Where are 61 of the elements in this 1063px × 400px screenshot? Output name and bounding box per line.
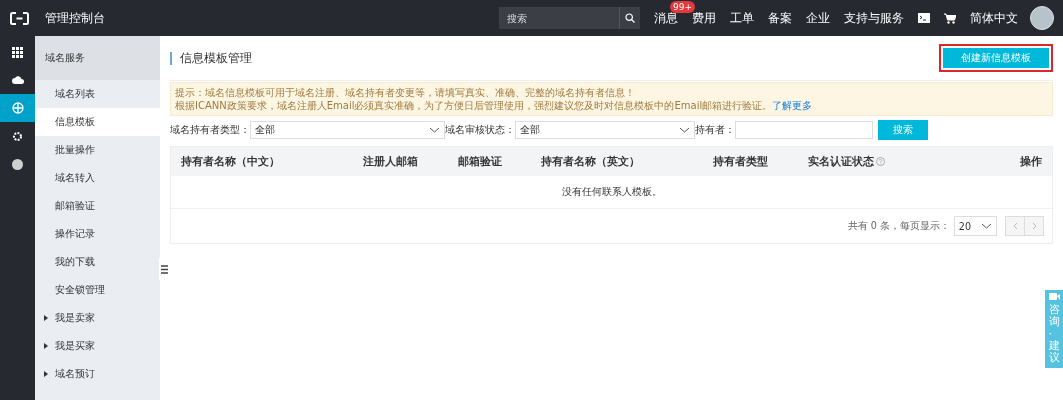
sidebar-item[interactable]: 我是买家 xyxy=(35,332,160,360)
globe-icon xyxy=(11,102,24,114)
filter-select[interactable]: 全部 xyxy=(250,121,445,139)
sidebar-item[interactable]: 域名预订 xyxy=(35,360,160,388)
chevron-down-icon xyxy=(679,127,690,133)
search-icon[interactable] xyxy=(625,13,635,23)
filter-label: 域名持有者类型： xyxy=(170,123,250,137)
terminal-icon[interactable] xyxy=(918,13,930,23)
expand-arrow-icon[interactable] xyxy=(44,343,48,349)
nav-link[interactable]: 备案 xyxy=(768,10,792,25)
sidebar-item[interactable]: 信息模板 xyxy=(35,108,160,136)
notice-text: 根据ICANN政策要求，域名注册人Email必须真实准确，为了方便日后管理使用，强烈建议您及时对信息模板中的Email邮箱进行验证。 xyxy=(175,100,773,111)
filter-label: 持有者： xyxy=(695,123,735,137)
page-title: 信息模板管理 xyxy=(170,51,252,65)
sidebar-item[interactable]: 我的下载 xyxy=(35,248,160,276)
avatar[interactable] xyxy=(1030,6,1054,30)
notice-text: 提示：域名信息模板可用于域名注册、域名持有者变更等，请填写真实、准确、完整的域名持有者信息！ xyxy=(175,86,636,99)
console-title: 管理控制台 xyxy=(45,9,106,27)
logo-icon[interactable] xyxy=(10,11,29,25)
column-header: 注册人邮箱 xyxy=(363,154,418,169)
cart-icon[interactable] xyxy=(944,12,956,24)
nav-link[interactable]: 支持与服务 xyxy=(844,10,904,25)
sidebar-item[interactable]: 域名转入 xyxy=(35,164,160,192)
chevron-right-icon xyxy=(1031,222,1037,230)
expand-arrow-icon[interactable] xyxy=(44,315,48,321)
chevron-down-icon xyxy=(429,127,440,133)
nav-link[interactable]: 消息 xyxy=(654,10,678,25)
cloud-icon xyxy=(11,76,24,84)
sidebar-item[interactable]: 域名列表 xyxy=(35,80,160,108)
sidebar-title: 域名服务 xyxy=(45,51,85,65)
search-button[interactable] xyxy=(619,7,640,29)
sidebar-item[interactable]: 安全锁管理 xyxy=(35,276,160,304)
search-field[interactable]: 搜索 xyxy=(499,7,619,29)
column-header: 实名认证状态 xyxy=(808,154,874,169)
column-header: 持有者名称（英文） xyxy=(541,154,640,169)
circle-icon xyxy=(12,158,23,170)
filter-label: 域名审核状态： xyxy=(445,123,515,137)
learn-more-link[interactable]: 了解更多 xyxy=(772,100,813,111)
language-link[interactable]: 简体中文 xyxy=(970,9,1018,27)
page-size-select[interactable]: 20 xyxy=(953,216,997,236)
expand-arrow-icon[interactable] xyxy=(44,371,48,377)
nav-link[interactable]: 工单 xyxy=(730,10,754,25)
column-header: 操作 xyxy=(1020,154,1042,169)
menu-icon[interactable] xyxy=(161,264,168,274)
filter-select[interactable]: 全部 xyxy=(515,121,695,139)
column-header: 持有者名称（中文） xyxy=(181,154,280,169)
holder-input[interactable] xyxy=(735,121,873,139)
sidebar-item[interactable]: 批量操作 xyxy=(35,136,160,164)
sidebar-item[interactable]: 操作记录 xyxy=(35,220,160,248)
chevron-left-icon xyxy=(1012,222,1018,230)
column-header: 持有者类型 xyxy=(713,154,768,169)
grid-icon xyxy=(12,46,23,58)
nav-link[interactable]: 企业 xyxy=(806,10,830,25)
sidebar-item[interactable]: 我是卖家 xyxy=(35,304,160,332)
nav-link[interactable]: 费用 xyxy=(692,10,716,25)
empty-message: 没有任何联系人模板。 xyxy=(561,185,662,199)
column-header: 邮箱验证 xyxy=(458,154,502,169)
pagination-summary: 共有 0 条，每页显示： xyxy=(847,219,950,233)
chevron-down-icon xyxy=(981,223,992,229)
sidebar-item[interactable]: 邮箱验证 xyxy=(35,192,160,220)
notification-badge: 99+ xyxy=(670,0,695,13)
